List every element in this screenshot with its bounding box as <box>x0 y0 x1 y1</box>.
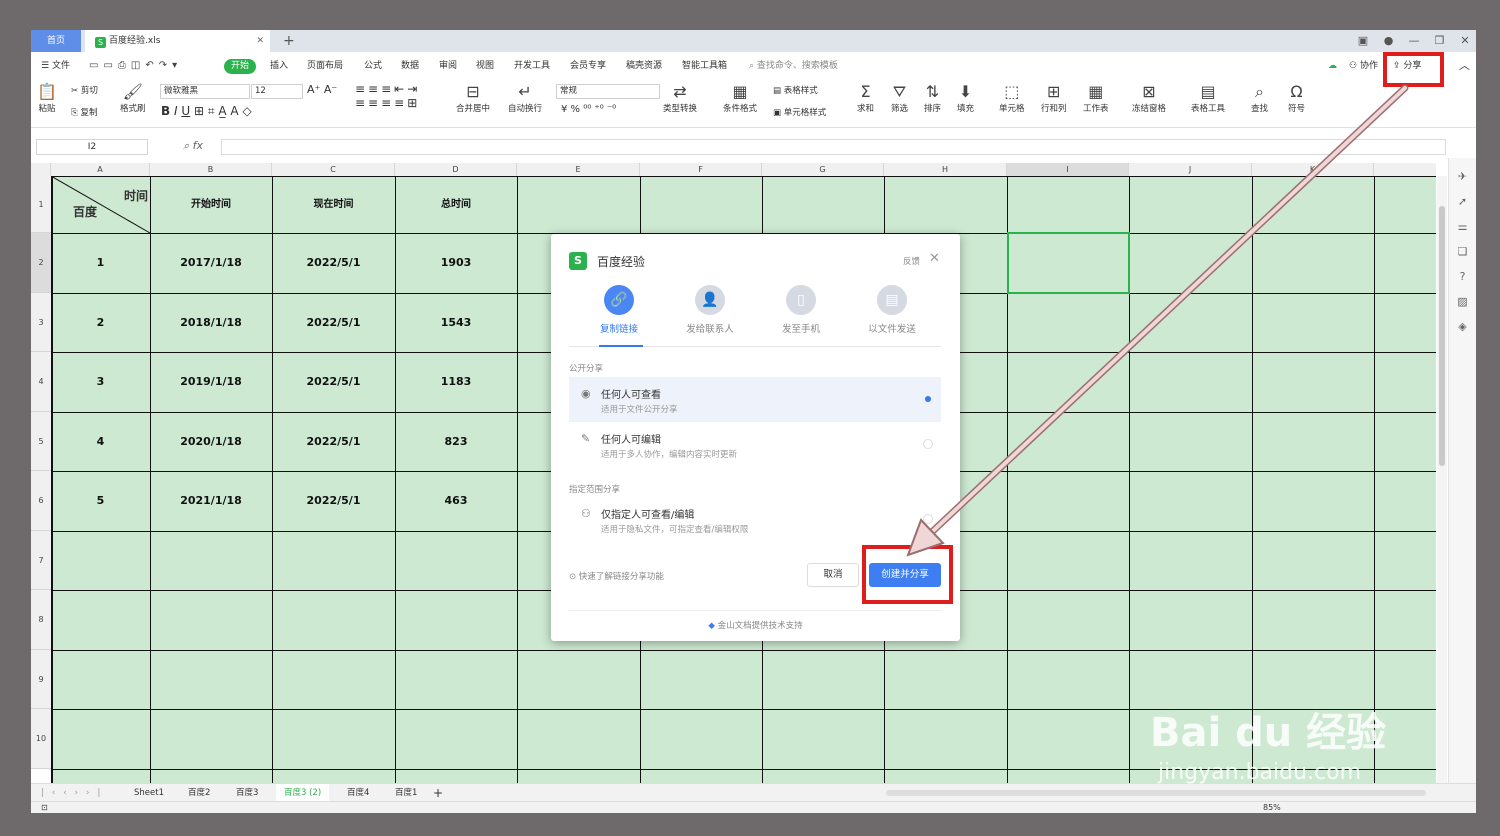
watermark-logo: Bai du 经验 <box>1150 710 1387 756</box>
watermark-url: jingyan.baidu.com <box>1158 760 1362 785</box>
